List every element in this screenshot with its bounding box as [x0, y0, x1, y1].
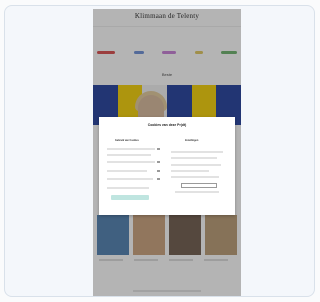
consent-option [107, 161, 155, 163]
right-column-heading: Instellingen [185, 139, 199, 142]
website-screenshot[interactable]: Klimmaan de Telenty Beste Cookies van de… [93, 9, 241, 296]
settings-line [171, 176, 219, 178]
consent-option [107, 178, 153, 180]
settings-line [175, 191, 219, 193]
consent-option [107, 154, 151, 156]
option-toggle[interactable] [157, 161, 160, 163]
settings-line [171, 151, 223, 153]
option-toggle[interactable] [157, 178, 160, 180]
dialog-title: Cookies van deze Pr(dt) [147, 123, 187, 127]
accept-all-button[interactable] [111, 195, 149, 200]
cookie-consent-dialog: Cookies van deze Pr(dt) Gebruik van Cook… [99, 117, 235, 215]
preview-card: Klimmaan de Telenty Beste Cookies van de… [4, 5, 315, 297]
option-toggle[interactable] [157, 148, 160, 150]
option-toggle[interactable] [157, 170, 160, 172]
consent-option [107, 170, 147, 172]
consent-option [107, 148, 155, 150]
consent-option [107, 187, 149, 189]
save-settings-button[interactable] [181, 183, 217, 188]
left-column-heading: Gebruik van Cookies [115, 139, 139, 142]
settings-line [171, 157, 217, 159]
settings-line [171, 164, 221, 166]
settings-line [171, 170, 209, 172]
